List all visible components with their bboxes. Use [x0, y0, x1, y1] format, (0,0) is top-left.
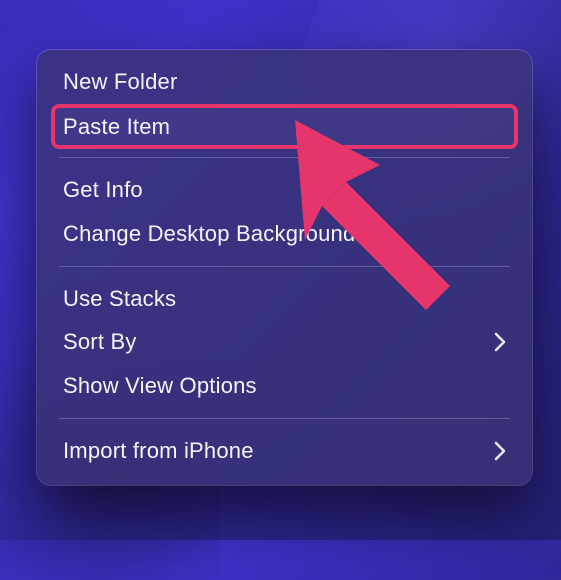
menu-divider [59, 418, 510, 419]
menu-item-label: Sort By [63, 327, 137, 357]
menu-item-label: Import from iPhone [63, 436, 254, 466]
chevron-right-icon [494, 332, 506, 352]
menu-item-label: Show View Options [63, 371, 257, 401]
chevron-right-icon [494, 441, 506, 461]
menu-item-label: Paste Item [63, 112, 170, 142]
menu-item-paste-item[interactable]: Paste Item [53, 106, 516, 148]
desktop-context-menu: New Folder Paste Item Get Info Change De… [37, 50, 532, 485]
menu-item-show-view-options[interactable]: Show View Options [37, 364, 532, 408]
menu-divider [59, 266, 510, 267]
menu-item-import-from-iphone[interactable]: Import from iPhone [37, 429, 532, 473]
menu-item-label: Use Stacks [63, 284, 176, 314]
menu-item-label: Change Desktop Background… [63, 219, 378, 249]
menu-item-label: Get Info [63, 175, 143, 205]
menu-item-new-folder[interactable]: New Folder [37, 60, 532, 104]
menu-item-sort-by[interactable]: Sort By [37, 320, 532, 364]
menu-item-get-info[interactable]: Get Info [37, 168, 532, 212]
menu-item-label: New Folder [63, 67, 177, 97]
menu-divider [59, 157, 510, 158]
menu-item-change-desktop-background[interactable]: Change Desktop Background… [37, 212, 532, 256]
menu-item-use-stacks[interactable]: Use Stacks [37, 277, 532, 321]
